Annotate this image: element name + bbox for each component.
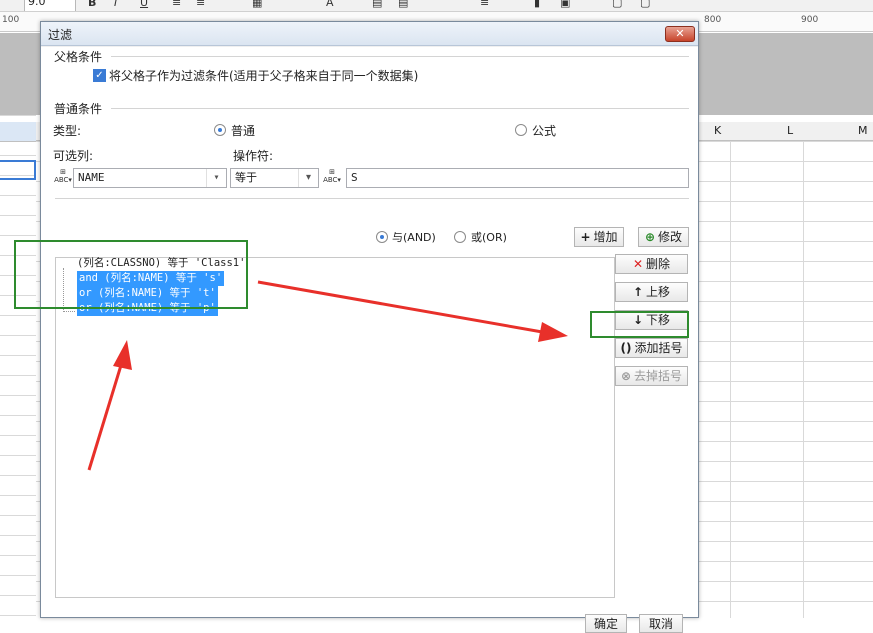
annotation-arrow-head (538, 322, 568, 342)
annotation-arrows (87, 280, 568, 471)
annotation-arrow-head (113, 340, 132, 370)
annotation-arrow-line (257, 280, 549, 335)
annotation-arrow-line (87, 361, 124, 471)
